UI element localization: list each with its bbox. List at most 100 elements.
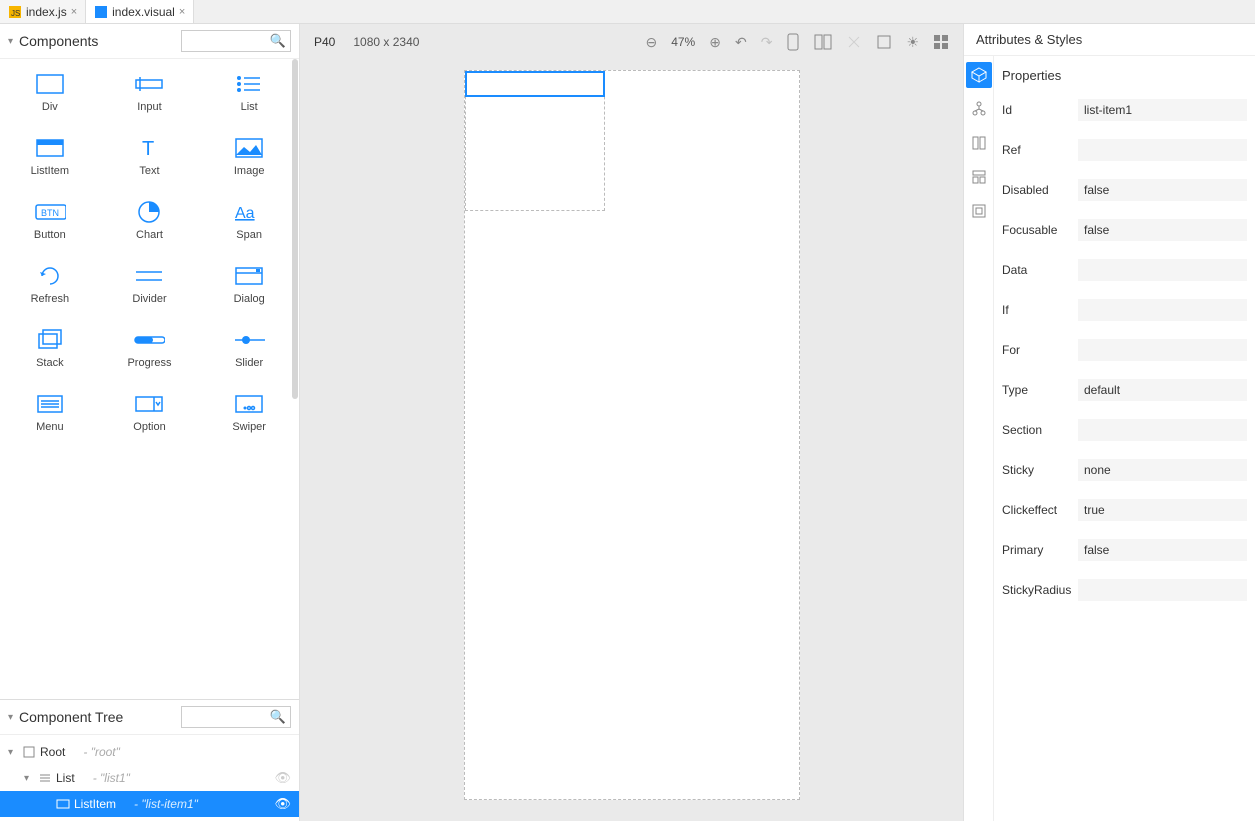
visibility-icon[interactable]: 👁: [274, 796, 291, 812]
list-icon: [233, 73, 265, 95]
data-input[interactable]: [1078, 259, 1247, 281]
component-stack[interactable]: Stack: [0, 323, 100, 375]
listitem-icon: [56, 797, 70, 811]
image-icon: [233, 137, 265, 159]
component-image[interactable]: Image: [199, 131, 299, 183]
columns-icon[interactable]: [966, 130, 992, 156]
component-refresh[interactable]: Refresh: [0, 259, 100, 311]
component-dialog[interactable]: Dialog: [199, 259, 299, 311]
grid-icon[interactable]: [933, 34, 949, 50]
component-span[interactable]: Aa Span: [199, 195, 299, 247]
component-div[interactable]: Div: [0, 67, 100, 119]
chevron-down-icon[interactable]: ▾: [8, 36, 13, 47]
component-option[interactable]: Option: [100, 387, 200, 439]
close-icon[interactable]: ×: [179, 6, 185, 18]
tree-list[interactable]: ▾ List - "list1" 👁: [0, 765, 299, 791]
component-slider[interactable]: Slider: [199, 323, 299, 375]
stickyradius-input[interactable]: [1078, 579, 1247, 601]
box-icon[interactable]: [966, 198, 992, 224]
device-frame[interactable]: [464, 70, 800, 800]
component-tree-panel: ▾ Component Tree 🔍 ▾ Root - "root" ▾ Lis…: [0, 699, 299, 821]
dimensions-label: 1080 x 2340: [353, 35, 419, 49]
tree-node-name: List: [56, 771, 75, 785]
prop-ref: Ref: [998, 139, 1247, 161]
focusable-input[interactable]: false: [1078, 219, 1247, 241]
js-file-icon: JS: [8, 5, 22, 19]
tab-index-js[interactable]: JS index.js ×: [0, 0, 86, 23]
component-listitem[interactable]: ListItem: [0, 131, 100, 183]
canvas-viewport[interactable]: [300, 60, 963, 821]
dialog-icon: [233, 265, 265, 287]
layout-icon[interactable]: [966, 164, 992, 190]
disabled-input[interactable]: false: [1078, 179, 1247, 201]
section-input[interactable]: [1078, 419, 1247, 441]
list-icon: [38, 771, 52, 785]
chevron-down-icon[interactable]: ▾: [8, 747, 18, 758]
input-icon: [133, 73, 165, 95]
scrollbar-thumb[interactable]: [292, 59, 298, 399]
svg-text:Aa: Aa: [235, 205, 255, 222]
span-icon: Aa: [233, 201, 265, 223]
zoom-label: 47%: [671, 35, 695, 49]
swiper-icon: [233, 393, 265, 415]
component-progress[interactable]: Progress: [100, 323, 200, 375]
div-icon: [34, 73, 66, 95]
tree-icon[interactable]: [966, 96, 992, 122]
primary-input[interactable]: false: [1078, 539, 1247, 561]
zoom-out-button[interactable]: ⊖: [645, 34, 657, 51]
search-icon: 🔍: [270, 33, 286, 49]
menu-icon: [34, 393, 66, 415]
component-divider[interactable]: Divider: [100, 259, 200, 311]
canvas-toolbar: P40 1080 x 2340 ⊖ 47% ⊕ ↶ ↷ ☀: [300, 24, 963, 60]
components-search-input[interactable]: 🔍: [181, 30, 291, 52]
redo-button[interactable]: ↷: [761, 34, 773, 51]
if-input[interactable]: [1078, 299, 1247, 321]
square-icon[interactable]: [876, 34, 892, 50]
component-swiper[interactable]: Swiper: [199, 387, 299, 439]
tree-node-name: Root: [40, 745, 65, 759]
device-label[interactable]: P40: [314, 35, 335, 49]
prop-clickeffect: Clickeffecttrue: [998, 499, 1247, 521]
prop-data: Data: [998, 259, 1247, 281]
ref-input[interactable]: [1078, 139, 1247, 161]
device-split-icon[interactable]: [814, 33, 832, 51]
chevron-down-icon[interactable]: ▾: [24, 773, 34, 784]
sticky-input[interactable]: none: [1078, 459, 1247, 481]
prop-focusable: Focusablefalse: [998, 219, 1247, 241]
tree-listitem[interactable]: ListItem - "list-item1" 👁: [0, 791, 299, 817]
tab-index-visual[interactable]: index.visual ×: [86, 0, 194, 23]
brightness-icon[interactable]: ☀: [906, 34, 919, 51]
component-menu[interactable]: Menu: [0, 387, 100, 439]
cut-icon[interactable]: [846, 34, 862, 50]
device-portrait-icon[interactable]: [786, 33, 800, 51]
zoom-in-button[interactable]: ⊕: [709, 34, 721, 51]
component-input[interactable]: Input: [100, 67, 200, 119]
component-list[interactable]: List: [199, 67, 299, 119]
option-icon: [133, 393, 165, 415]
id-input[interactable]: list-item1: [1078, 99, 1247, 121]
canvas-listitem-selected[interactable]: [465, 71, 605, 97]
stack-icon: [34, 329, 66, 351]
cube-icon[interactable]: [966, 62, 992, 88]
components-header: ▾ Components 🔍: [0, 24, 299, 59]
prop-sticky: Stickynone: [998, 459, 1247, 481]
type-input[interactable]: default: [1078, 379, 1247, 401]
attributes-title: Attributes & Styles: [964, 24, 1255, 56]
button-icon: BTN: [34, 201, 66, 223]
listitem-icon: [34, 137, 66, 159]
canvas-area: P40 1080 x 2340 ⊖ 47% ⊕ ↶ ↷ ☀: [300, 24, 963, 821]
for-input[interactable]: [1078, 339, 1247, 361]
component-text[interactable]: T Text: [100, 131, 200, 183]
tree-root[interactable]: ▾ Root - "root": [0, 739, 299, 765]
component-button[interactable]: BTN Button: [0, 195, 100, 247]
close-icon[interactable]: ×: [71, 6, 77, 18]
prop-if: If: [998, 299, 1247, 321]
undo-button[interactable]: ↶: [735, 34, 747, 51]
chevron-down-icon[interactable]: ▾: [8, 712, 13, 723]
clickeffect-input[interactable]: true: [1078, 499, 1247, 521]
component-chart[interactable]: Chart: [100, 195, 200, 247]
text-icon: T: [133, 137, 165, 159]
prop-id: Idlist-item1: [998, 99, 1247, 121]
visibility-icon[interactable]: 👁: [274, 770, 291, 786]
tree-search-input[interactable]: 🔍: [181, 706, 291, 728]
